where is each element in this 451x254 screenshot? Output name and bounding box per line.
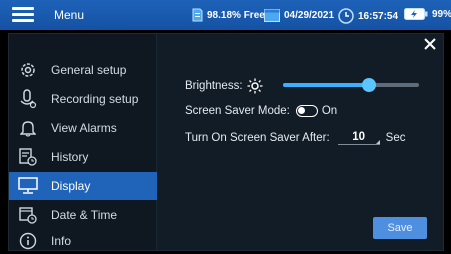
time-status: 16:57:54: [338, 8, 398, 24]
battery-status: 99%: [404, 8, 451, 20]
storage-free-text: 98.18% Free: [207, 9, 265, 21]
screensaver-delay-row: Turn On Screen Saver After: 10 Sec: [185, 131, 406, 145]
sidebar-item-label: Recording setup: [51, 92, 139, 106]
sidebar-item-view-alarms[interactable]: View Alarms: [9, 114, 157, 142]
screensaver-delay-label: Turn On Screen Saver After:: [185, 132, 330, 144]
brightness-row: Brightness:: [185, 78, 419, 94]
date-status: 04/29/2021: [264, 8, 334, 22]
top-status-bar: Menu 98.18% Free 04/29/2021 16:57:54 99%: [0, 0, 451, 30]
sidebar-item-label: General setup: [51, 63, 127, 77]
date-text: 04/29/2021: [284, 9, 335, 21]
sidebar-item-general-setup[interactable]: General setup: [9, 56, 157, 84]
sidebar-item-history[interactable]: History: [9, 143, 157, 171]
time-text: 16:57:54: [358, 10, 399, 22]
sd-card-icon: [192, 8, 203, 22]
microphone-icon: [17, 88, 39, 110]
bell-icon: [17, 117, 39, 139]
sidebar-item-date-time[interactable]: Date & Time: [9, 201, 157, 229]
sidebar-item-info[interactable]: Info: [9, 230, 157, 252]
menu-label[interactable]: Menu: [54, 8, 84, 22]
screensaver-toggle[interactable]: [295, 105, 318, 117]
calendar-clock-icon: [17, 204, 39, 226]
hamburger-menu-icon[interactable]: [12, 7, 34, 23]
sun-icon: [247, 78, 263, 94]
sidebar-item-label: Display: [51, 179, 91, 193]
settings-sidebar: General setup Recording setup View Alarm…: [9, 34, 157, 250]
info-icon: [17, 230, 39, 252]
brightness-label: Brightness:: [185, 80, 243, 92]
screensaver-delay-input[interactable]: 10: [337, 131, 380, 145]
screensaver-delay-unit: Sec: [385, 132, 406, 144]
settings-panel: General setup Recording setup View Alarm…: [8, 33, 444, 251]
screensaver-state: On: [321, 105, 338, 117]
sidebar-item-label: Date & Time: [51, 208, 118, 222]
storage-status: 98.18% Free: [192, 8, 265, 22]
screensaver-label: Screen Saver Mode:: [185, 105, 290, 117]
brightness-slider-thumb[interactable]: [361, 78, 376, 92]
history-icon: [17, 146, 39, 168]
sidebar-item-display[interactable]: Display: [9, 172, 157, 200]
battery-text: 99%: [432, 8, 451, 20]
screensaver-delay-value: 10: [352, 131, 366, 143]
sidebar-item-recording-setup[interactable]: Recording setup: [9, 85, 157, 113]
clock-icon: [338, 8, 354, 24]
gear-icon: [17, 59, 39, 81]
save-button[interactable]: Save: [373, 217, 427, 239]
battery-charging-icon: [404, 8, 428, 20]
brightness-slider-fill: [283, 83, 369, 87]
sidebar-item-label: View Alarms: [51, 121, 117, 135]
brightness-slider[interactable]: [283, 78, 419, 92]
calendar-icon: [264, 9, 280, 22]
monitor-icon: [17, 175, 39, 197]
display-settings: Brightness: Screen Saver Mode: On Turn O…: [157, 34, 443, 250]
sidebar-item-label: Info: [51, 234, 72, 248]
screensaver-row: Screen Saver Mode: On: [185, 105, 337, 117]
sidebar-item-label: History: [51, 150, 89, 164]
